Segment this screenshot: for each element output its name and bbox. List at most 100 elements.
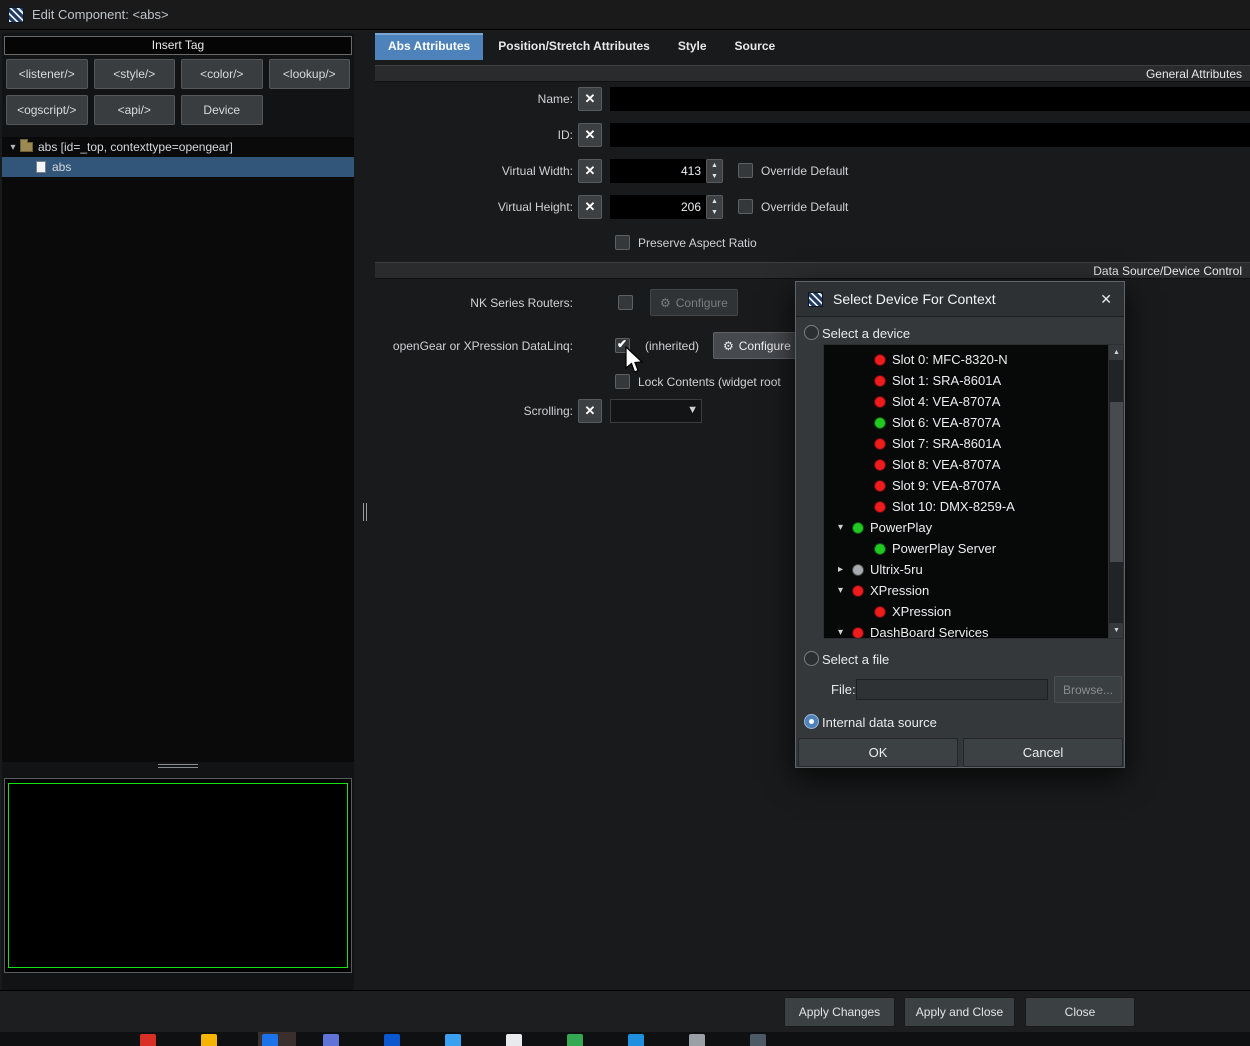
tree-item-root[interactable]: ▾ abs [id=_top, contexttype=opengear]: [2, 137, 354, 157]
taskbar-icon[interactable]: [323, 1034, 339, 1046]
taskbar-icon[interactable]: [628, 1034, 644, 1046]
device-tree-item[interactable]: Slot 1: SRA-8601A: [824, 370, 1107, 391]
tree-child-label: abs: [52, 160, 72, 174]
taskbar-icon[interactable]: [567, 1034, 583, 1046]
lock-contents-checkbox[interactable]: [615, 374, 630, 389]
virtual-width-override-checkbox[interactable]: [738, 163, 753, 178]
scrolling-dropdown[interactable]: ▼: [610, 399, 702, 423]
taskbar-icon[interactable]: [384, 1034, 400, 1046]
taskbar-icon[interactable]: [262, 1034, 278, 1046]
taskbar-icon[interactable]: [140, 1034, 156, 1046]
taskbar-icon[interactable]: [445, 1034, 461, 1046]
scroll-down-icon[interactable]: ▼: [1109, 623, 1123, 638]
vertical-splitter[interactable]: [356, 33, 374, 990]
expanded-arrow-icon[interactable]: ▾: [838, 585, 852, 596]
device-tree-item[interactable]: ▾ DashBoard Services: [824, 622, 1107, 638]
close-button[interactable]: Close: [1025, 997, 1135, 1027]
insert-tag-device-button[interactable]: Device: [181, 95, 263, 125]
mouse-cursor: [625, 346, 644, 373]
device-tree-scrollbar[interactable]: ▲ ▼: [1108, 345, 1123, 638]
device-tree-item[interactable]: Slot 10: DMX-8259-A: [824, 496, 1107, 517]
virtual-height-spinner[interactable]: 206: [610, 195, 706, 219]
virtual-height-row: Virtual Height: ✕ 206 ▲ ▼ Override Defaul…: [375, 195, 1250, 221]
device-tree-item[interactable]: Slot 4: VEA-8707A: [824, 391, 1107, 412]
device-tree-item[interactable]: ▸ Ultrix-5ru: [824, 559, 1107, 580]
insert-tag-header: Insert Tag: [4, 36, 352, 55]
device-tree-item[interactable]: XPression: [824, 601, 1107, 622]
datalinq-configure-button[interactable]: ⚙ Configure: [713, 332, 801, 359]
insert-tag-style-button[interactable]: <style/>: [93, 59, 175, 89]
insert-tag-listener-button[interactable]: <listener/>: [6, 59, 88, 89]
select-device-radio[interactable]: [804, 325, 819, 340]
preserve-aspect-checkbox[interactable]: [615, 235, 630, 250]
virtual-width-spin-buttons[interactable]: ▲ ▼: [706, 159, 723, 183]
close-icon[interactable]: ✕: [1100, 291, 1112, 308]
device-label: Slot 7: SRA-8601A: [892, 436, 1002, 451]
general-attributes-header: General Attributes: [375, 65, 1250, 82]
scroll-up-icon[interactable]: ▲: [1109, 345, 1123, 360]
taskbar-icon[interactable]: [201, 1034, 217, 1046]
scrollbar-thumb[interactable]: [1110, 402, 1123, 562]
device-tree-item[interactable]: ▾ XPression: [824, 580, 1107, 601]
name-input[interactable]: [610, 87, 1250, 111]
expanded-arrow-icon[interactable]: ▾: [838, 522, 852, 533]
dialog-title: Select Device For Context: [833, 291, 996, 307]
spin-up-icon[interactable]: ▲: [707, 196, 722, 207]
tab-source[interactable]: Source: [722, 33, 789, 60]
virtual-height-spin-buttons[interactable]: ▲ ▼: [706, 195, 723, 219]
device-tree-item[interactable]: PowerPlay Server: [824, 538, 1107, 559]
status-dot-red: [874, 437, 886, 450]
expanded-arrow-icon[interactable]: ▾: [838, 627, 852, 638]
id-input[interactable]: [610, 123, 1250, 147]
insert-tag-color-button[interactable]: <color/>: [181, 59, 263, 89]
horizontal-splitter[interactable]: [2, 760, 354, 772]
file-input[interactable]: [856, 679, 1048, 700]
expanded-arrow-icon[interactable]: ▾: [6, 142, 20, 153]
select-file-radio[interactable]: [804, 651, 819, 666]
insert-tag-api-button[interactable]: <api/>: [93, 95, 175, 125]
apply-changes-button[interactable]: Apply Changes: [784, 997, 895, 1027]
data-source-header: Data Source/Device Control: [375, 262, 1250, 279]
status-dot-green: [852, 521, 864, 534]
tree-item-abs[interactable]: abs: [2, 157, 354, 177]
tab-position-stretch-attributes[interactable]: Position/Stretch Attributes: [485, 33, 663, 60]
insert-tag-ogscript-button[interactable]: <ogscript/>: [6, 95, 88, 125]
device-tree-rows: Slot 0: MFC-8320-N Slot 1: SRA-8601A Slot …: [824, 349, 1107, 638]
taskbar-icon[interactable]: [689, 1034, 705, 1046]
device-tree-item[interactable]: Slot 6: VEA-8707A: [824, 412, 1107, 433]
preserve-aspect-row: Preserve Aspect Ratio: [375, 231, 1250, 257]
clear-id-button[interactable]: ✕: [578, 123, 602, 147]
clear-name-button[interactable]: ✕: [578, 87, 602, 111]
clear-virtual-width-button[interactable]: ✕: [578, 159, 602, 183]
id-row: ID: ✕: [375, 123, 1250, 149]
taskbar-icon[interactable]: [750, 1034, 766, 1046]
clear-scrolling-button[interactable]: ✕: [578, 399, 602, 423]
device-label: Slot 6: VEA-8707A: [892, 415, 1001, 430]
device-tree-item[interactable]: Slot 9: VEA-8707A: [824, 475, 1107, 496]
insert-tag-lookup-button[interactable]: <lookup/>: [268, 59, 350, 89]
ok-button[interactable]: OK: [798, 738, 958, 767]
apply-and-close-button[interactable]: Apply and Close: [904, 997, 1015, 1027]
device-label: Slot 4: VEA-8707A: [892, 394, 1001, 409]
virtual-width-spinner[interactable]: 413: [610, 159, 706, 183]
taskbar-icon[interactable]: [506, 1034, 522, 1046]
device-tree-item[interactable]: ▾ PowerPlay: [824, 517, 1107, 538]
device-tree-item[interactable]: Slot 8: VEA-8707A: [824, 454, 1107, 475]
virtual-height-override-checkbox[interactable]: [738, 199, 753, 214]
spin-down-icon[interactable]: ▼: [707, 207, 722, 218]
internal-data-source-radio[interactable]: [804, 714, 819, 729]
spin-down-icon[interactable]: ▼: [707, 171, 722, 182]
status-dot-red: [874, 605, 886, 618]
tab-abs-attributes[interactable]: Abs Attributes: [375, 33, 484, 60]
tab-style[interactable]: Style: [665, 33, 720, 60]
device-tree-item[interactable]: Slot 0: MFC-8320-N: [824, 349, 1107, 370]
device-tree-item[interactable]: Slot 7: SRA-8601A: [824, 433, 1107, 454]
collapsed-arrow-icon[interactable]: ▸: [838, 564, 852, 575]
select-device-dialog: Select Device For Context ✕ Select a dev…: [795, 281, 1125, 768]
clear-virtual-height-button[interactable]: ✕: [578, 195, 602, 219]
dialog-titlebar: Select Device For Context ✕: [796, 282, 1124, 317]
spin-up-icon[interactable]: ▲: [707, 160, 722, 171]
nk-routers-checkbox[interactable]: [618, 295, 633, 310]
scrolling-label: Scrolling:: [523, 404, 573, 418]
cancel-button[interactable]: Cancel: [963, 738, 1123, 767]
